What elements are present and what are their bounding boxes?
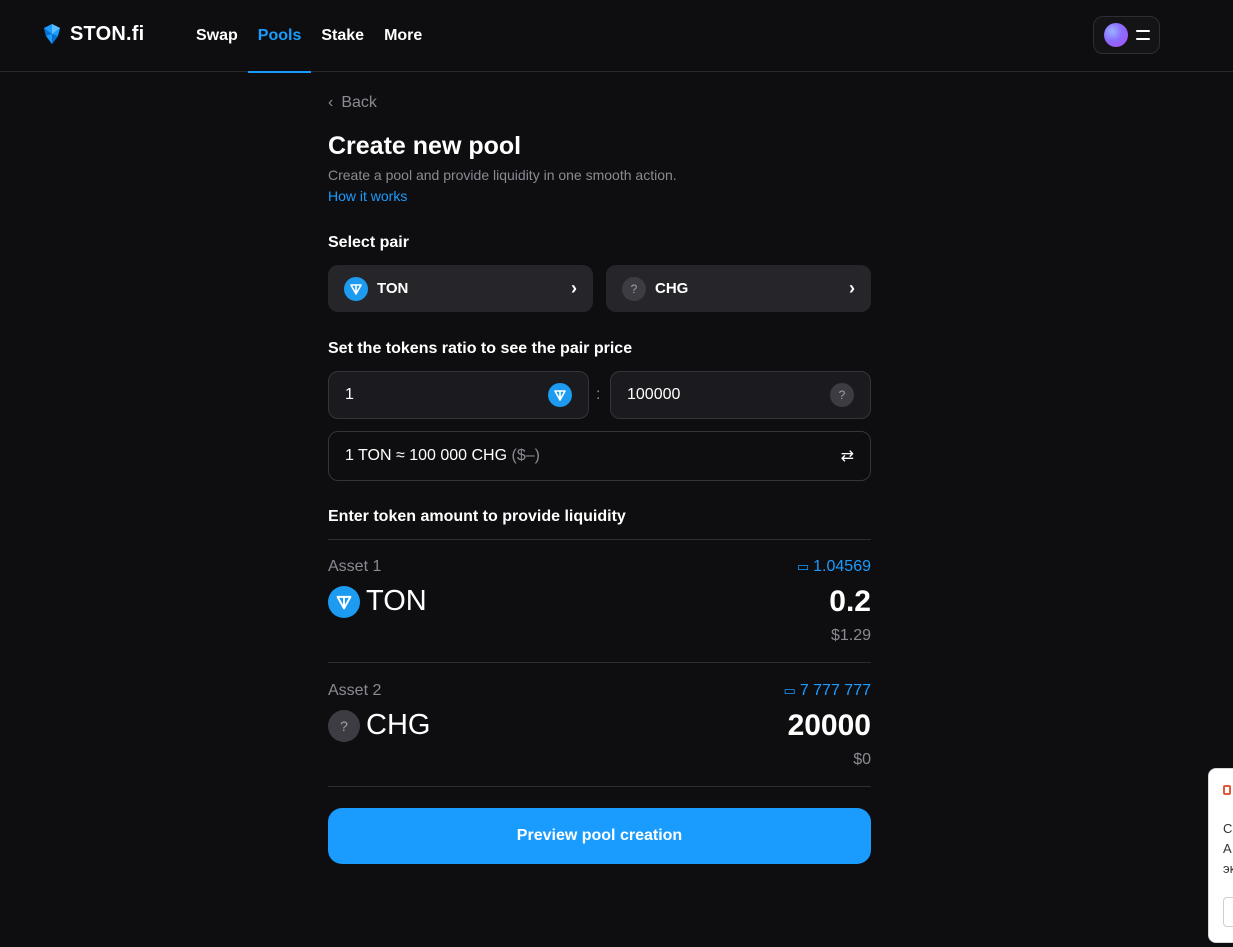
asset-2-balance-value: 7 777 777 [799, 682, 871, 699]
ratio-input-b[interactable]: 100000 ? [610, 371, 871, 419]
avatar [1103, 23, 1128, 47]
token-a-select-button[interactable]: TON › [328, 265, 593, 312]
wallet-icon: ▭ [783, 683, 796, 698]
unknown-token-icon: ? [328, 709, 360, 742]
token-a-symbol: TON [377, 280, 409, 297]
nav-pools[interactable]: Pools [247, 0, 312, 73]
divider [328, 786, 871, 787]
account-menu-button[interactable] [1093, 16, 1160, 54]
popup-button[interactable] [1223, 897, 1233, 927]
ratio-input-a[interactable]: 1 [328, 371, 589, 419]
popup-line-2: A [1223, 841, 1232, 856]
unknown-token-icon: ? [830, 383, 854, 407]
chevron-right-icon: › [849, 278, 855, 298]
ratio-label: Set the tokens ratio to see the pair pri… [328, 340, 633, 357]
divider [328, 662, 871, 663]
asset-1-symbol: TON [366, 585, 427, 617]
select-pair-label: Select pair [328, 234, 409, 251]
ratio-value-b: 100000 [627, 386, 681, 403]
side-popup-widget[interactable]: C A эк [1208, 768, 1233, 943]
ton-icon [548, 383, 572, 407]
asset-1-token[interactable]: TON [328, 585, 427, 618]
asset-2-token[interactable]: ? CHG [328, 709, 430, 742]
back-button[interactable]: ‹ Back [328, 94, 377, 112]
popup-line-1: C [1223, 821, 1233, 836]
ratio-value-a: 1 [345, 386, 354, 403]
asset-2-label: Asset 2 [328, 682, 382, 699]
main-nav: Swap Pools Stake More [186, 0, 432, 73]
pair-price-text: 1 TON ≈ 100 000 CHG ($–) [345, 447, 841, 465]
asset-2-usd: $0 [853, 751, 871, 768]
nav-stake[interactable]: Stake [311, 0, 374, 72]
pair-price-usd: ($–) [511, 447, 540, 464]
top-bar: STON.fi Swap Pools Stake More [0, 0, 1233, 73]
asset-1-usd: $1.29 [830, 627, 871, 644]
nav-more[interactable]: More [374, 0, 432, 72]
back-label: Back [341, 94, 377, 111]
asset-1-balance[interactable]: ▭ 1.04569 [797, 558, 871, 576]
asset-2-amount-input[interactable]: 20000 [788, 709, 871, 743]
asset-1-amount-input[interactable]: 0.2 [829, 585, 871, 619]
asset-2-symbol: CHG [366, 709, 431, 741]
page-subtitle: Create a pool and provide liquidity in o… [328, 167, 677, 183]
chevron-right-icon: › [571, 278, 577, 298]
logo[interactable]: STON.fi [40, 22, 144, 46]
logo-text: STON.fi [70, 22, 145, 45]
token-b-select-button[interactable]: ? CHG › [606, 265, 871, 312]
preview-pool-creation-button[interactable]: Preview pool creation [328, 808, 871, 864]
swap-direction-icon[interactable]: ⇄ [841, 446, 854, 466]
popup-logo-icon [1223, 785, 1231, 795]
divider [328, 539, 871, 540]
asset-1-balance-value: 1.04569 [813, 558, 871, 575]
wallet-icon: ▭ [796, 559, 810, 574]
pair-price-value: 1 TON ≈ 100 000 CHG [345, 447, 508, 464]
page-title: Create new pool [328, 132, 522, 160]
nav-swap[interactable]: Swap [186, 0, 248, 72]
token-b-symbol: CHG [655, 280, 689, 297]
pair-price-box: 1 TON ≈ 100 000 CHG ($–) ⇄ [328, 431, 871, 481]
liquidity-label: Enter token amount to provide liquidity [328, 508, 626, 525]
asset-2-balance[interactable]: ▭ 7 777 777 [784, 682, 871, 700]
ton-icon [328, 585, 360, 618]
asset-1-label: Asset 1 [328, 558, 382, 575]
how-it-works-link[interactable]: How it works [328, 188, 407, 204]
ratio-separator: : [596, 386, 601, 403]
ston-logo-icon [44, 24, 60, 44]
ton-icon [344, 276, 368, 301]
popup-line-3: эк [1223, 861, 1233, 876]
unknown-token-icon: ? [622, 276, 646, 301]
chevron-left-icon: ‹ [328, 94, 334, 111]
menu-icon [1135, 30, 1150, 40]
